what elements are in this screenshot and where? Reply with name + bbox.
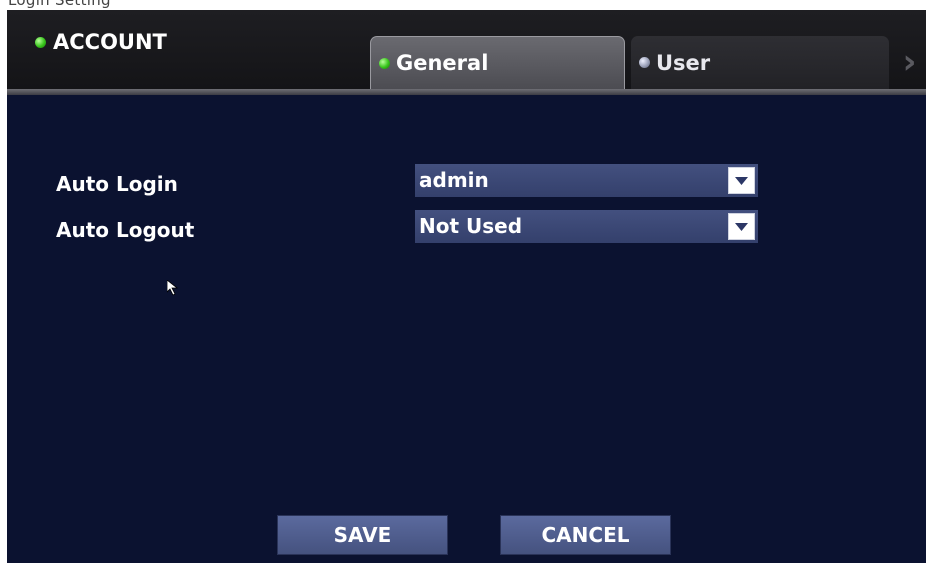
account-title-label: ACCOUNT bbox=[53, 30, 167, 54]
status-led-icon bbox=[35, 36, 46, 48]
header-divider bbox=[7, 89, 926, 95]
status-led-icon bbox=[379, 57, 390, 69]
auto-logout-label: Auto Logout bbox=[56, 218, 195, 242]
account-title: ACCOUNT bbox=[35, 30, 167, 54]
dropdown-arrow-icon[interactable] bbox=[728, 213, 755, 240]
page-title-fragment: Login Setting bbox=[8, 0, 111, 9]
chevron-right-icon[interactable]: › bbox=[893, 36, 926, 89]
auto-logout-select[interactable]: Not Used bbox=[415, 210, 758, 243]
tab-user[interactable]: User bbox=[631, 36, 889, 89]
top-title-strip: Login Setting bbox=[0, 0, 933, 10]
tab-general-label: General bbox=[396, 51, 489, 75]
tab-general[interactable]: General bbox=[370, 36, 625, 89]
account-settings-window: ACCOUNT General User › Auto Login admin … bbox=[7, 10, 926, 563]
auto-logout-value: Not Used bbox=[419, 214, 523, 238]
tab-user-label: User bbox=[656, 50, 711, 75]
auto-login-value: admin bbox=[419, 168, 489, 192]
auto-login-select[interactable]: admin bbox=[415, 164, 758, 197]
header-bar: ACCOUNT General User › bbox=[7, 10, 926, 89]
save-button[interactable]: SAVE bbox=[277, 515, 448, 555]
mouse-pointer-icon bbox=[166, 279, 181, 300]
auto-login-label: Auto Login bbox=[56, 172, 178, 196]
status-led-icon bbox=[639, 57, 650, 68]
cancel-button[interactable]: CANCEL bbox=[500, 515, 671, 555]
dropdown-arrow-icon[interactable] bbox=[728, 167, 755, 194]
